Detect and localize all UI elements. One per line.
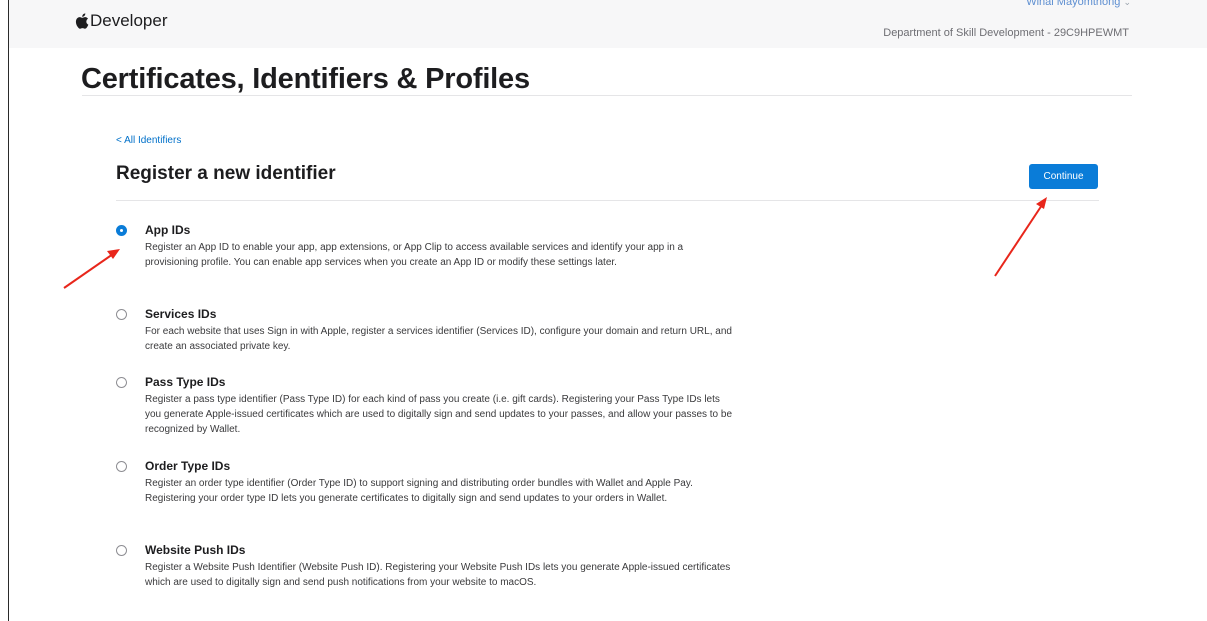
option-title: Order Type IDs — [145, 459, 231, 473]
page-title: Certificates, Identifiers & Profiles — [81, 63, 530, 95]
section-title: Register a new identifier — [116, 163, 336, 184]
option-description: Register an order type identifier (Order… — [145, 478, 693, 504]
option-services-ids[interactable]: Services IDs For each website that uses … — [116, 307, 756, 356]
option-app-ids[interactable]: App IDs Register an App ID to enable you… — [116, 223, 756, 288]
developer-logo[interactable]: Developer — [75, 11, 168, 31]
brand-label: Developer — [90, 11, 168, 30]
option-title: Pass Type IDs — [145, 375, 226, 389]
radio-app-ids[interactable] — [116, 225, 127, 236]
radio-order-type-ids[interactable] — [116, 461, 127, 472]
option-website-push-ids[interactable]: Website Push IDs Register a Website Push… — [116, 543, 756, 608]
chevron-down-icon: ⌄ — [1123, 0, 1131, 7]
continue-button[interactable]: Continue — [1029, 164, 1098, 189]
option-description: Register a Website Push Identifier (Webs… — [145, 562, 731, 588]
option-description: Register an App ID to enable your app, a… — [145, 242, 684, 268]
radio-services-ids[interactable] — [116, 309, 127, 320]
option-title: Services IDs — [145, 307, 217, 321]
option-title: Website Push IDs — [145, 543, 246, 557]
title-divider — [82, 95, 1132, 96]
option-pass-type-ids[interactable]: Pass Type IDs Register a pass type ident… — [116, 375, 756, 440]
option-title: App IDs — [145, 223, 191, 237]
radio-website-push-ids[interactable] — [116, 545, 127, 556]
back-to-identifiers-link[interactable]: < All Identifiers — [116, 135, 181, 146]
radio-pass-type-ids[interactable] — [116, 377, 127, 388]
option-description: Register a pass type identifier (Pass Ty… — [145, 394, 733, 435]
option-order-type-ids[interactable]: Order Type IDs Register an order type id… — [116, 459, 756, 524]
option-description: For each website that uses Sign in with … — [145, 326, 732, 352]
section-divider — [116, 200, 1099, 201]
team-name: Department of Skill Development - 29C9HP… — [883, 27, 1129, 39]
account-menu[interactable]: Winai Mayomthong ⌄ — [1026, 0, 1131, 8]
apple-icon — [75, 13, 89, 29]
user-name: Winai Mayomthong — [1026, 0, 1121, 8]
